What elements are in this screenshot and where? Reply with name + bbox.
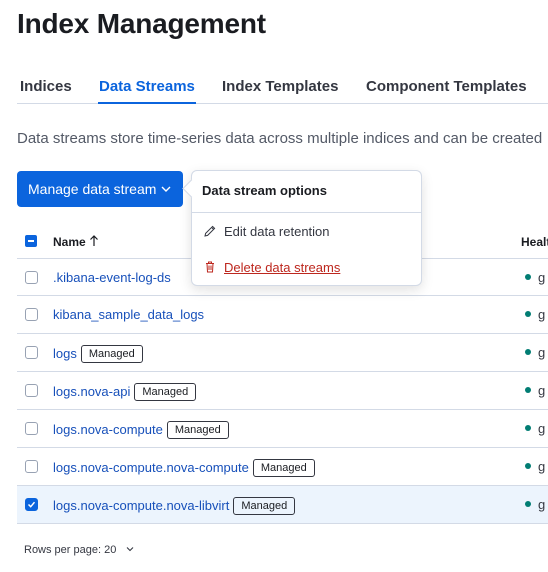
table-row: logs.nova-compute Managed g [17, 410, 548, 448]
popover-title: Data stream options [202, 183, 327, 198]
data-stream-name: logs.nova-compute.nova-libvirt Managed [53, 497, 296, 515]
health-status-text: g [538, 459, 546, 474]
table-row-selected: logs.nova-compute.nova-libvirt Managed g [17, 486, 548, 524]
tab-component-templates[interactable]: Component Templates [366, 78, 527, 95]
data-stream-name: logs.nova-compute.nova-compute Managed [53, 459, 315, 477]
page-title: Index Management [17, 8, 266, 39]
row-checkbox[interactable] [25, 384, 38, 397]
row-checkbox[interactable] [25, 460, 38, 473]
pencil-icon [204, 225, 216, 237]
row-checkbox[interactable] [25, 271, 38, 284]
data-streams-table: .kibana-event-log-ds g kibana_sample_dat… [17, 258, 548, 524]
table-row: logs.nova-compute.nova-compute Managed g [17, 448, 548, 486]
popover-arrow [182, 179, 201, 198]
data-stream-name[interactable]: .kibana-event-log-ds [53, 270, 171, 285]
health-status-text: g [538, 345, 546, 360]
data-stream-link[interactable]: logs.nova-compute [53, 422, 163, 437]
managed-badge: Managed [80, 345, 143, 363]
tabs-divider [17, 103, 548, 104]
health-status-text: g [538, 497, 546, 512]
checkmark-icon [27, 501, 36, 508]
row-checkbox[interactable] [25, 422, 38, 435]
active-tab-indicator [98, 102, 196, 104]
row-checkbox[interactable] [25, 346, 38, 359]
data-stream-options-popover: Data stream options Edit data retention … [182, 170, 422, 286]
row-checkbox-checked[interactable] [25, 498, 38, 511]
select-all-checkbox[interactable] [25, 235, 37, 247]
rows-per-page-label: Rows per page: 20 [24, 544, 117, 556]
manage-data-stream-button[interactable]: Manage data stream [17, 171, 183, 207]
health-status-dot [525, 425, 531, 431]
data-stream-link[interactable]: logs.nova-api [53, 384, 130, 399]
rows-per-page-selector[interactable]: Rows per page: 20 [24, 544, 135, 556]
manage-button-label: Manage data stream [28, 181, 157, 197]
page-description: Data streams store time-series data acro… [17, 130, 543, 147]
sort-ascending-icon [90, 235, 98, 246]
table-row: logs.nova-api Managed g [17, 372, 548, 410]
health-status-text: g [538, 383, 546, 398]
chevron-down-icon [161, 186, 171, 192]
trash-icon [206, 261, 214, 273]
health-status-dot [525, 311, 531, 317]
health-status-dot [525, 274, 531, 280]
tab-index-templates[interactable]: Index Templates [222, 78, 338, 95]
health-status-dot [525, 463, 531, 469]
data-stream-link[interactable]: logs.nova-compute.nova-libvirt [53, 498, 229, 513]
data-stream-link[interactable]: logs.nova-compute.nova-compute [53, 460, 249, 475]
data-stream-name: logs.nova-api Managed [53, 383, 197, 401]
managed-badge: Managed [134, 383, 197, 401]
data-stream-name[interactable]: kibana_sample_data_logs [53, 307, 204, 322]
column-header-health[interactable]: Healt [521, 235, 548, 249]
edit-data-retention-menu-item[interactable]: Edit data retention [202, 221, 330, 241]
data-stream-name: logs.nova-compute Managed [53, 421, 229, 439]
tab-indices[interactable]: Indices [20, 78, 72, 95]
table-row: kibana_sample_data_logs g [17, 296, 548, 334]
row-checkbox[interactable] [25, 308, 38, 321]
chevron-down-icon [127, 547, 134, 552]
managed-badge: Managed [166, 421, 229, 439]
health-status-text: g [538, 270, 546, 285]
tab-data-streams[interactable]: Data Streams [99, 78, 195, 95]
managed-badge: Managed [252, 459, 315, 477]
managed-badge: Managed [233, 497, 296, 515]
menu-item-label: Edit data retention [224, 223, 330, 239]
popover-divider [192, 212, 421, 213]
menu-item-label: Delete data streams [224, 259, 341, 275]
delete-data-streams-menu-item[interactable]: Delete data streams [202, 257, 340, 277]
data-stream-link[interactable]: logs [53, 346, 77, 361]
tabs-bar: Indices Data Streams Index Templates Com… [0, 70, 548, 104]
health-status-dot [525, 501, 531, 507]
data-stream-name: logs Managed [53, 345, 143, 363]
health-status-text: g [538, 307, 546, 322]
health-status-dot [525, 349, 531, 355]
health-status-text: g [538, 421, 546, 436]
table-row: logs Managed g [17, 334, 548, 372]
health-status-dot [525, 387, 531, 393]
column-header-name[interactable]: Name [53, 235, 86, 249]
